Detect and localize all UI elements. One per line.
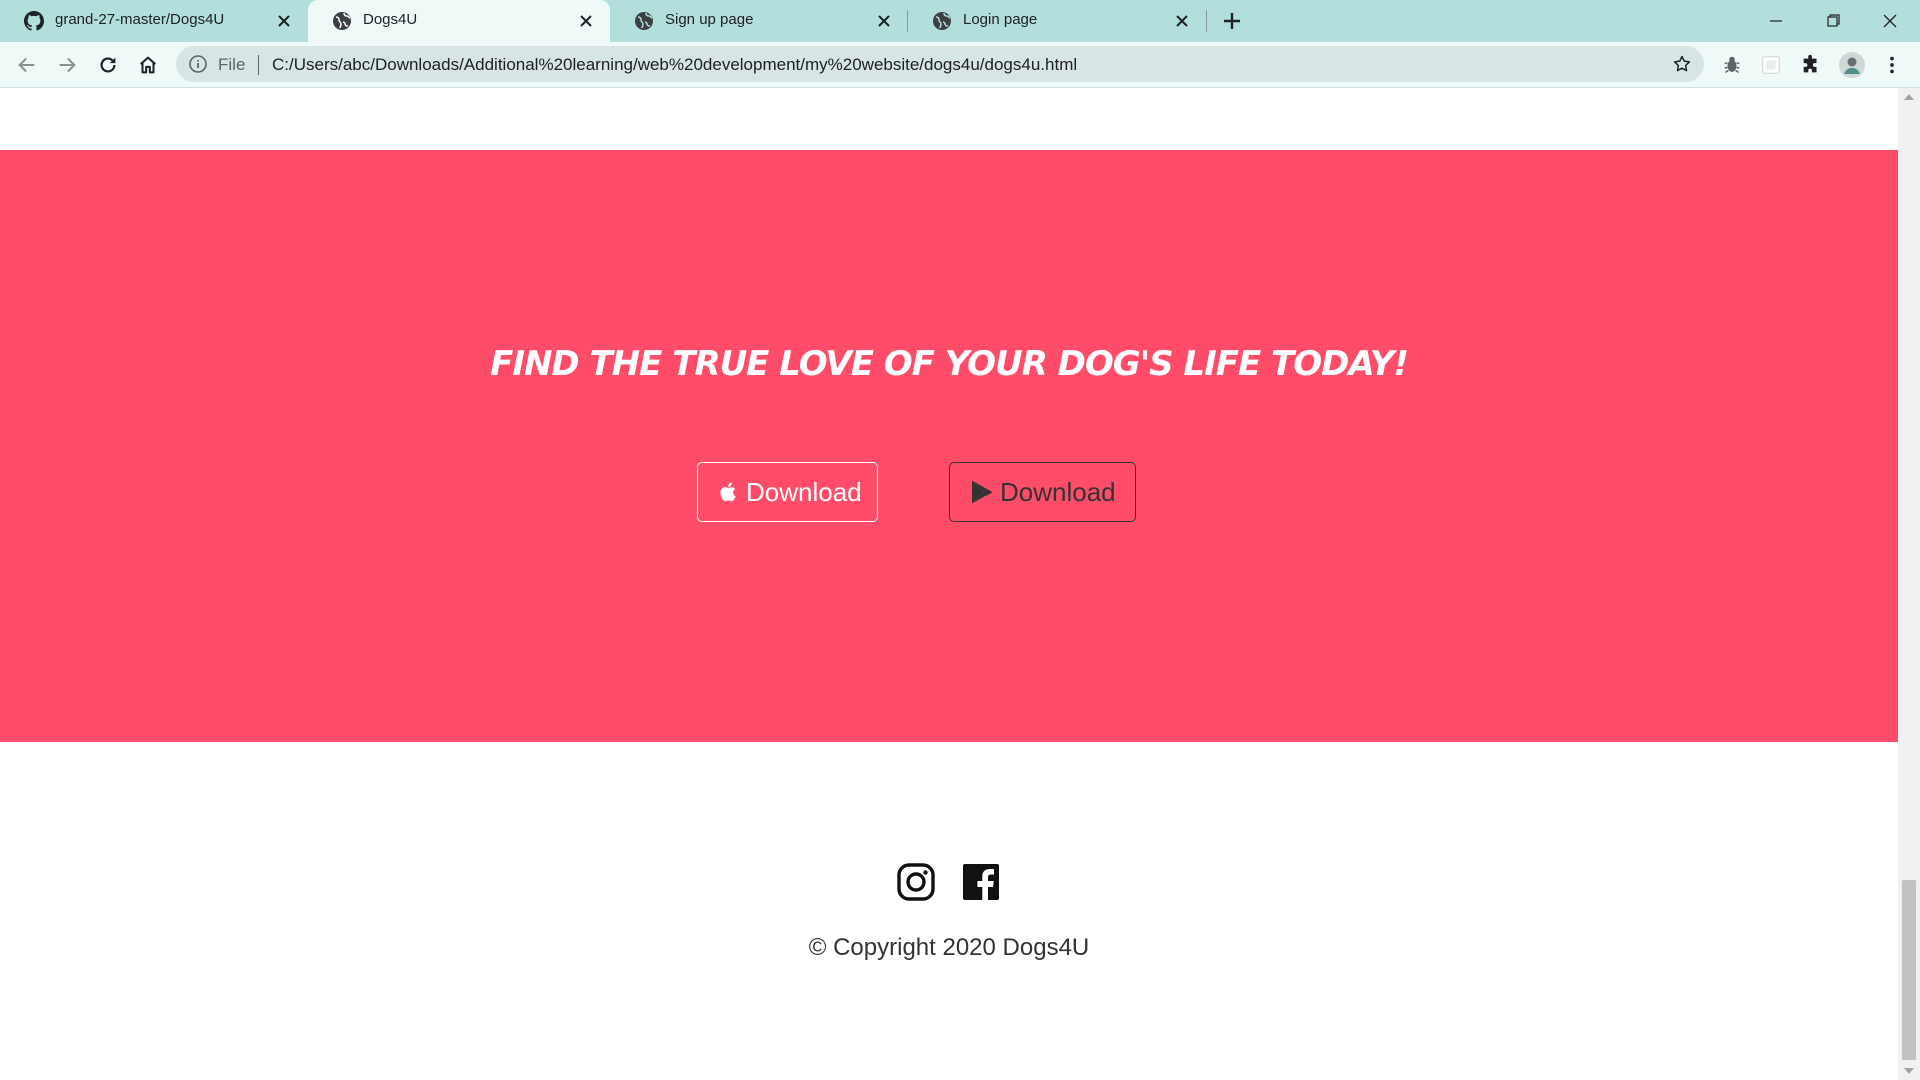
puzzle-piece-icon	[1803, 54, 1817, 73]
globe-icon	[933, 12, 951, 30]
google-play-download-button[interactable]: Download	[949, 462, 1136, 522]
tab-title: Login page	[963, 11, 1038, 28]
reload-icon	[100, 57, 116, 73]
facebook-icon[interactable]	[961, 862, 1001, 902]
globe-icon	[635, 12, 653, 30]
extension-tile-icon	[1762, 56, 1780, 74]
bookmark-star-icon[interactable]	[1672, 54, 1692, 74]
close-icon[interactable]	[274, 11, 294, 31]
tab-separator	[1206, 10, 1207, 32]
tab-title: Sign up page	[665, 11, 754, 28]
cta-section: Find the true love of your dog's life to…	[0, 150, 1898, 742]
close-icon[interactable]	[576, 11, 596, 31]
extension-bug-button[interactable]	[1718, 51, 1746, 79]
avatar	[1839, 52, 1865, 78]
reload-button[interactable]	[94, 51, 122, 79]
tab-github[interactable]: grand-27-master/Dogs4U	[0, 0, 308, 42]
browser-toolbar: File C:/Users/abc/Downloads/Additional%2…	[0, 42, 1920, 88]
google-play-icon	[972, 480, 992, 504]
instagram-icon[interactable]	[896, 862, 936, 902]
tab-title: grand-27-master/Dogs4U	[55, 11, 225, 28]
scheme-label: File	[218, 55, 246, 74]
extension-blank-button[interactable]	[1757, 51, 1785, 79]
globe-icon	[333, 12, 351, 30]
kebab-menu-icon	[1890, 56, 1894, 74]
browser-menu-button[interactable]	[1878, 51, 1906, 79]
copyright-text: © Copyright 2020 Dogs4U	[808, 934, 1090, 961]
close-icon[interactable]	[874, 11, 894, 31]
restore-icon[interactable]	[1818, 6, 1848, 36]
tab-dogs4u[interactable]: Dogs4U	[308, 0, 610, 42]
back-button[interactable]	[13, 51, 41, 79]
scroll-up-arrow-icon[interactable]	[1904, 94, 1914, 100]
scroll-down-arrow-icon[interactable]	[1904, 1068, 1914, 1074]
omnibox-divider	[258, 55, 259, 75]
tab-strip: grand-27-master/Dogs4U Dogs4U Sign up pa…	[0, 0, 1920, 42]
extensions-button[interactable]	[1797, 51, 1825, 79]
bug-extension-icon	[1724, 56, 1740, 73]
tab-title: Dogs4U	[363, 11, 418, 28]
home-button[interactable]	[134, 51, 162, 79]
forward-arrow-icon	[59, 57, 76, 73]
apple-download-button[interactable]: Download	[697, 462, 878, 522]
tab-login[interactable]: Login page	[908, 0, 1206, 42]
cta-heading: Find the true love of your dog's life to…	[490, 344, 1409, 384]
back-arrow-icon	[18, 57, 35, 73]
forward-button[interactable]	[53, 51, 81, 79]
close-window-icon[interactable]	[1875, 6, 1905, 36]
tab-sign-up[interactable]: Sign up page	[610, 0, 908, 42]
close-icon[interactable]	[1172, 11, 1192, 31]
new-tab-plus-icon[interactable]	[1220, 9, 1244, 33]
page-viewport: Find the true love of your dog's life to…	[0, 88, 1898, 1080]
apple-download-label: Download	[746, 476, 862, 507]
url-text[interactable]: C:/Users/abc/Downloads/Additional%20lear…	[272, 55, 1077, 75]
info-icon[interactable]	[188, 54, 208, 74]
scrollbar-thumb[interactable]	[1902, 880, 1916, 1060]
profile-button[interactable]	[1838, 51, 1866, 79]
apple-icon	[720, 482, 736, 502]
home-icon	[140, 56, 156, 74]
address-bar[interactable]: File C:/Users/abc/Downloads/Additional%2…	[176, 46, 1704, 82]
page-scrollbar[interactable]	[1898, 88, 1920, 1080]
github-icon	[24, 11, 44, 31]
google-play-download-label: Download	[1000, 476, 1116, 507]
minimize-icon[interactable]	[1761, 6, 1791, 36]
